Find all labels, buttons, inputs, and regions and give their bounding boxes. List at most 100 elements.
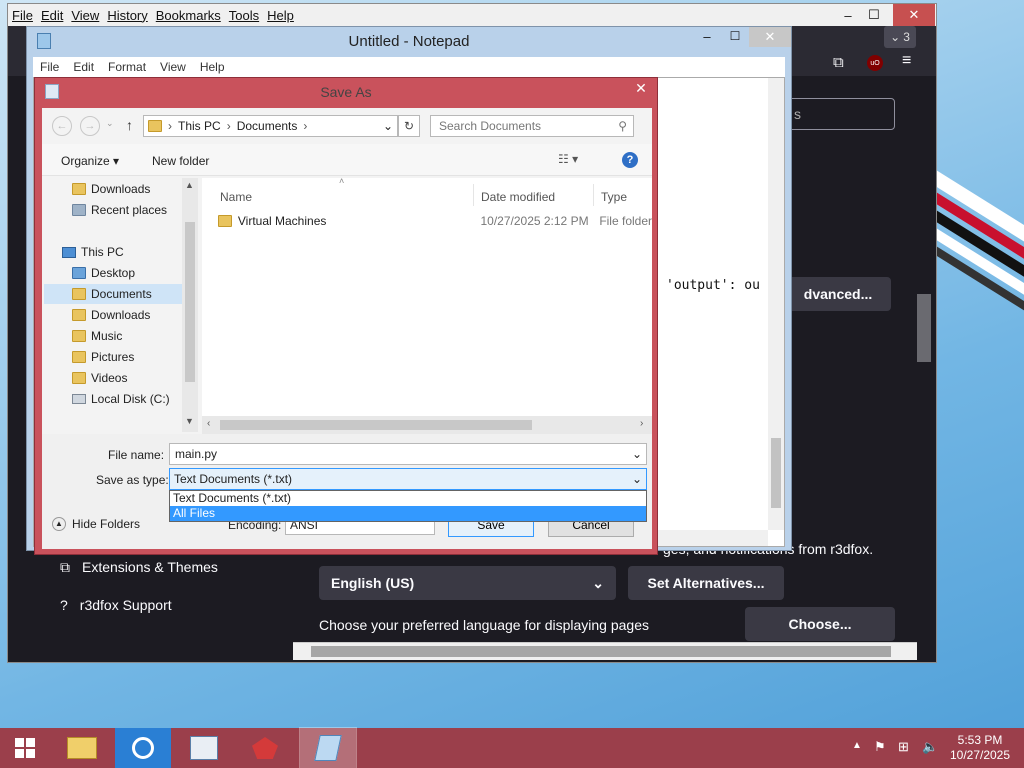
np-vertical-scrollbar[interactable]	[768, 78, 784, 530]
clock[interactable]: 5:53 PM 10/27/2025	[946, 733, 1014, 763]
file-row[interactable]: Virtual Machines 10/27/2025 2:12 PM File…	[218, 210, 652, 232]
sidebar-item-extensions[interactable]: ⧉ Extensions & Themes	[60, 559, 218, 576]
nav-item-desktop[interactable]: Desktop	[72, 263, 135, 283]
file-name: Virtual Machines	[237, 214, 327, 228]
np-minimize-button[interactable]: –	[693, 29, 721, 49]
ublock-icon[interactable]: uO	[867, 55, 883, 71]
dialog-body: ← → ⌄ ↑ › This PC › Documents › ⌄ ↻ Sear…	[42, 108, 652, 549]
nav-scroll-thumb[interactable]	[185, 222, 195, 382]
sidebar-item-support[interactable]: ? r3dfox Support	[60, 597, 172, 613]
scroll-up-icon[interactable]: ▲	[185, 180, 194, 190]
nav-item-recent-places[interactable]: Recent places	[72, 200, 167, 220]
choose-button[interactable]: Choose...	[745, 607, 895, 641]
settings-search-input[interactable]: s	[783, 98, 895, 130]
np-menu-edit[interactable]: Edit	[66, 60, 101, 74]
language-select-value: English (US)	[331, 575, 415, 591]
ff-menu-bookmarks[interactable]: Bookmarks	[152, 8, 225, 23]
column-header-date[interactable]: Date modified	[481, 190, 555, 204]
nav-item-downloads-top[interactable]: Downloads	[72, 179, 150, 199]
nav-item-label: Downloads	[91, 308, 151, 322]
np-menu-file[interactable]: File	[33, 60, 66, 74]
scroll-down-icon[interactable]: ▼	[185, 416, 194, 426]
ff-menu-tools[interactable]: Tools	[225, 8, 263, 23]
network-icon[interactable]: ⊞	[898, 739, 909, 755]
save-as-type-select[interactable]: Text Documents (*.txt) ⌄	[169, 468, 647, 490]
control-panel-icon[interactable]	[176, 728, 232, 768]
address-bar[interactable]: › This PC › Documents › ⌄	[143, 115, 398, 137]
show-hidden-icons-icon[interactable]: ▲	[852, 740, 862, 751]
nav-item-local-disk[interactable]: Local Disk (C:)	[72, 389, 170, 409]
v-scroll-thumb[interactable]	[771, 438, 781, 508]
column-divider[interactable]	[473, 184, 474, 206]
column-divider[interactable]	[593, 184, 594, 206]
file-name-input[interactable]: main.py ⌄	[169, 443, 647, 465]
search-app-icon[interactable]	[115, 728, 171, 768]
breadcrumb-this-pc[interactable]: This PC	[178, 119, 221, 133]
scroll-right-icon[interactable]: ›	[640, 418, 643, 429]
language-select[interactable]: English (US) ⌄	[319, 566, 616, 600]
save-as-type-option-selected[interactable]: All Files	[170, 506, 646, 521]
r3dfox-icon[interactable]	[237, 728, 293, 768]
nav-item-videos[interactable]: Videos	[72, 368, 127, 388]
computer-icon	[62, 246, 76, 258]
file-explorer-icon[interactable]	[54, 728, 110, 768]
np-maximize-button[interactable]: ☐	[721, 29, 749, 49]
dialog-close-button[interactable]: ✕	[629, 80, 653, 100]
ff-menu-history[interactable]: History	[103, 8, 151, 23]
tab-list-button[interactable]: ⌄ 3	[884, 26, 916, 48]
volume-muted-icon[interactable]: 🔈	[922, 739, 938, 755]
local-disk-icon	[72, 394, 86, 404]
ff-menu-help[interactable]: Help	[263, 8, 298, 23]
nav-item-this-pc[interactable]: This PC	[62, 242, 124, 262]
extensions-icon[interactable]: ⧉	[833, 54, 851, 72]
nav-item-downloads[interactable]: Downloads	[72, 305, 150, 325]
save-as-type-option[interactable]: Text Documents (*.txt)	[170, 491, 646, 506]
view-options-icon[interactable]: ☷ ▾	[558, 152, 578, 166]
ff-maximize-button[interactable]: ☐	[856, 4, 892, 26]
ff-close-button[interactable]: ✕	[893, 4, 935, 26]
start-button[interactable]	[0, 728, 50, 768]
ff-menu-edit[interactable]: Edit	[37, 8, 67, 23]
forward-button[interactable]: →	[80, 116, 100, 136]
refresh-icon[interactable]: ↻	[398, 115, 420, 137]
column-header-name[interactable]: Name	[220, 190, 252, 204]
menu-icon[interactable]: ≡	[902, 52, 920, 70]
breadcrumb-documents[interactable]: Documents	[237, 119, 298, 133]
recent-locations-chevron-icon[interactable]: ⌄	[106, 118, 114, 129]
nav-item-music[interactable]: Music	[72, 326, 122, 346]
up-button[interactable]: ↑	[126, 117, 133, 133]
action-center-flag-icon[interactable]: ⚑	[874, 739, 886, 755]
np-menu-view[interactable]: View	[153, 60, 193, 74]
organize-button[interactable]: Organize ▾	[61, 154, 119, 168]
np-close-button[interactable]: ✕	[749, 27, 791, 47]
new-folder-button[interactable]: New folder	[152, 154, 209, 168]
column-header-type[interactable]: Type	[601, 190, 627, 204]
nav-item-pictures[interactable]: Pictures	[72, 347, 134, 367]
ff-horizontal-scrollbar[interactable]	[293, 642, 917, 660]
notepad-icon[interactable]	[299, 727, 357, 768]
nav-scrollbar[interactable]: ▲ ▼	[182, 178, 198, 432]
chevron-down-icon[interactable]: ⌄	[632, 447, 642, 461]
advanced-button[interactable]: dvanced...	[785, 277, 891, 311]
taskbar: ▲ ⚑ ⊞ 🔈 5:53 PM 10/27/2025	[0, 727, 1024, 768]
ff-menu-file[interactable]: File	[8, 8, 37, 23]
notepad-title: Untitled - Notepad	[348, 33, 470, 50]
ff-menu-view[interactable]: View	[67, 8, 103, 23]
np-menu-help[interactable]: Help	[193, 60, 232, 74]
back-button[interactable]: ←	[52, 116, 72, 136]
scroll-left-icon[interactable]: ‹	[207, 418, 210, 429]
nav-item-label: Recent places	[91, 203, 168, 217]
help-icon[interactable]: ?	[622, 152, 638, 168]
search-placeholder: Search Documents	[439, 119, 542, 133]
search-documents-input[interactable]: Search Documents ⚲	[430, 115, 634, 137]
h-scroll-thumb[interactable]	[311, 646, 891, 657]
hide-folders-button[interactable]: ▲ Hide Folders	[52, 517, 140, 531]
chevron-down-icon: ⌄	[592, 574, 604, 591]
np-menu-format[interactable]: Format	[101, 60, 153, 74]
nav-item-documents[interactable]: Documents	[44, 284, 182, 304]
chevron-down-icon[interactable]: ⌄	[383, 119, 397, 133]
set-alternatives-button[interactable]: Set Alternatives...	[628, 566, 784, 600]
ff-scrollbar-thumb[interactable]	[917, 294, 931, 362]
h-scroll-thumb[interactable]	[220, 420, 532, 430]
file-list-horizontal-scrollbar[interactable]: ‹ ›	[202, 416, 652, 434]
